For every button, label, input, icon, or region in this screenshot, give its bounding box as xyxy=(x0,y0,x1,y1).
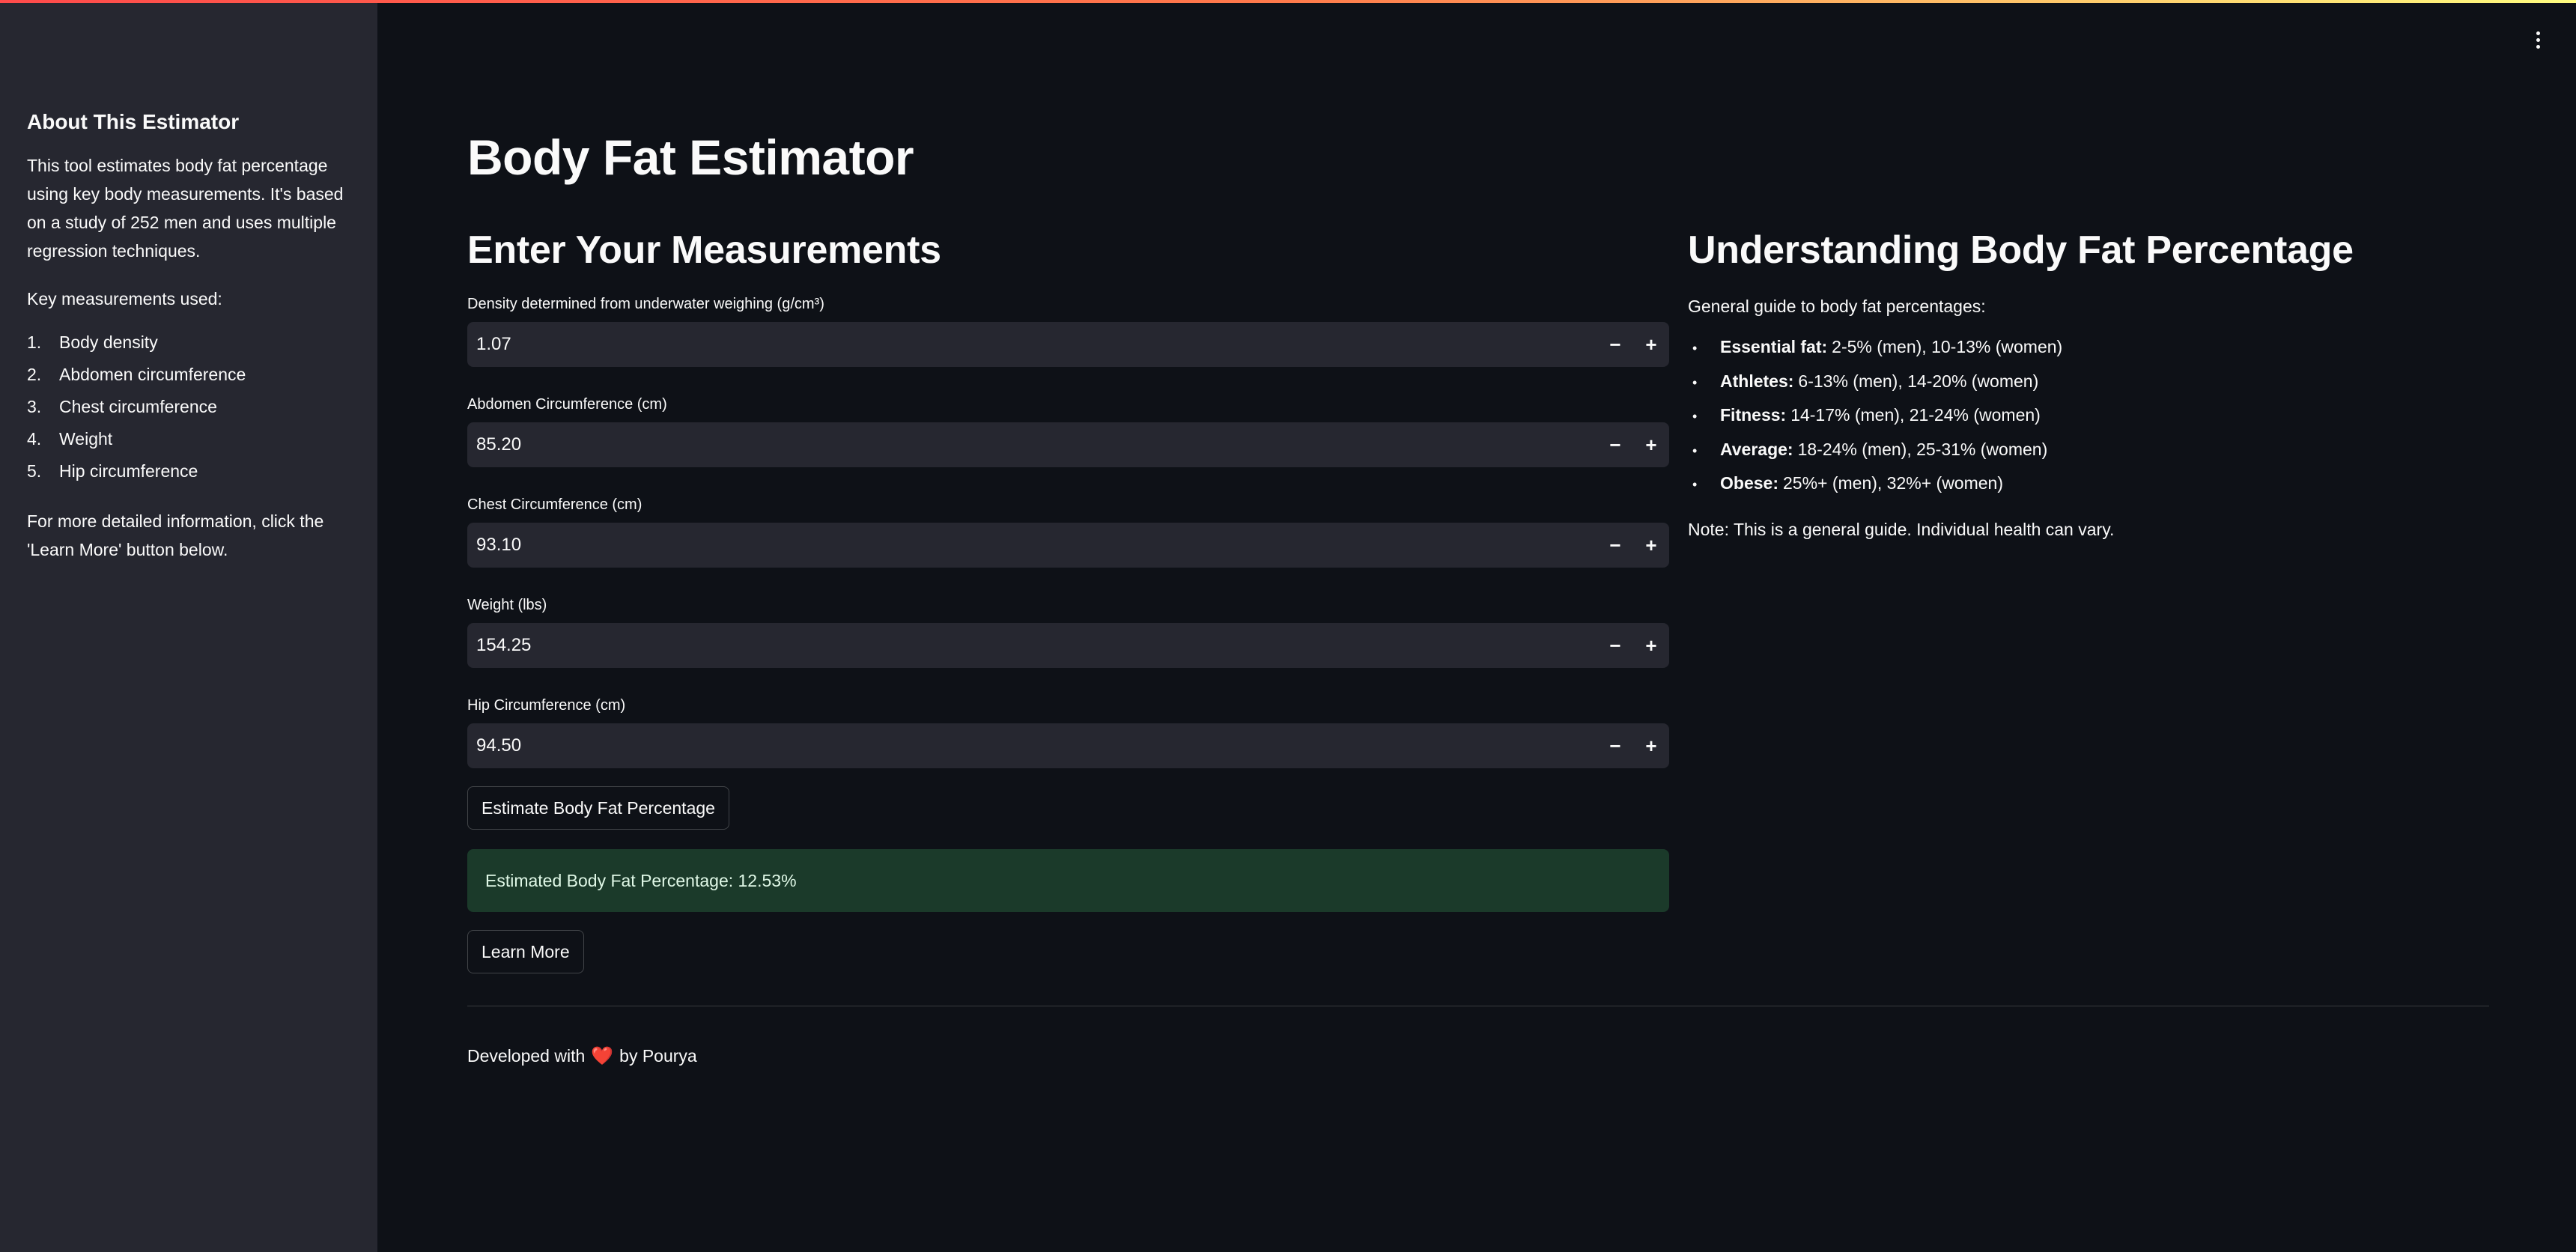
list-label: Body density xyxy=(59,332,158,352)
sidebar-outro: For more detailed information, click the… xyxy=(27,511,324,559)
top-decoration-bar xyxy=(0,0,2576,3)
abdomen-label: Abdomen Circumference (cm) xyxy=(467,396,667,413)
density-value[interactable]: 1.07 xyxy=(467,334,1597,355)
decrement-button[interactable]: − xyxy=(1597,422,1633,467)
bullet-icon: • xyxy=(1692,477,1698,492)
page-title: Body Fat Estimator xyxy=(467,130,914,185)
guide-desc: 25%+ (men), 32%+ (women) xyxy=(1782,473,2003,493)
density-label: Density determined from underwater weigh… xyxy=(467,296,824,312)
vertical-ellipsis-icon xyxy=(2536,31,2540,35)
list-item: 1. Body density xyxy=(27,326,350,359)
list-item: • Average: 18-24% (men), 25-31% (women) xyxy=(1688,434,2474,468)
bullet-icon: • xyxy=(1692,409,1698,424)
increment-button[interactable]: + xyxy=(1633,523,1669,568)
learn-more-button[interactable]: Learn More xyxy=(467,930,584,973)
guide-desc: 14-17% (men), 21-24% (women) xyxy=(1790,405,2041,425)
list-label: Hip circumference xyxy=(59,461,198,481)
abdomen-input: 85.20 − + xyxy=(467,422,1669,467)
increment-button[interactable]: + xyxy=(1633,623,1669,668)
result-text: Estimated Body Fat Percentage: 12.53% xyxy=(485,870,797,890)
footer-suffix: by Pourya xyxy=(619,1046,697,1066)
footer: Developed with ❤️ by Pourya xyxy=(467,1045,697,1067)
estimate-button[interactable]: Estimate Body Fat Percentage xyxy=(467,786,729,830)
guide-term: Obese: xyxy=(1720,473,1778,493)
chest-label: Chest Circumference (cm) xyxy=(467,496,643,513)
learn-more-wrap: Learn More xyxy=(467,930,1669,973)
list-label: Abdomen circumference xyxy=(59,365,246,384)
bullet-icon: • xyxy=(1692,341,1698,356)
vertical-ellipsis-icon xyxy=(2536,44,2540,49)
list-item: 2. Abdomen circumference xyxy=(27,359,350,391)
guide-desc: 2-5% (men), 10-13% (women) xyxy=(1832,337,2063,356)
guide-desc: 18-24% (men), 25-31% (women) xyxy=(1797,439,2048,459)
list-number: 1. xyxy=(27,332,42,352)
list-item: 4. Weight xyxy=(27,423,350,455)
guide-heading: Understanding Body Fat Percentage xyxy=(1688,228,2354,272)
guide-desc: 6-13% (men), 14-20% (women) xyxy=(1798,371,2039,391)
sidebar-title: About This Estimator xyxy=(27,110,240,133)
vertical-ellipsis-icon xyxy=(2536,37,2540,42)
list-item: • Obese: 25%+ (men), 32%+ (women) xyxy=(1688,467,2474,502)
guide-term: Athletes: xyxy=(1720,371,1794,391)
chest-input: 93.10 − + xyxy=(467,523,1669,568)
guide-term: Essential fat: xyxy=(1720,337,1828,356)
key-measurements-list: 1. Body density 2. Abdomen circumference 3… xyxy=(27,326,350,487)
sidebar-intro: This tool estimates body fat percentage … xyxy=(27,156,344,261)
increment-button[interactable]: + xyxy=(1633,322,1669,367)
list-number: 5. xyxy=(27,461,42,481)
list-item: 3. Chest circumference xyxy=(27,391,350,423)
guide-note: Note: This is a general guide. Individua… xyxy=(1688,519,2115,539)
list-number: 2. xyxy=(27,365,42,384)
decrement-button[interactable]: − xyxy=(1597,523,1633,568)
abdomen-value[interactable]: 85.20 xyxy=(467,434,1597,455)
guide-term: Average: xyxy=(1720,439,1793,459)
hip-value[interactable]: 94.50 xyxy=(467,735,1597,756)
increment-button[interactable]: + xyxy=(1633,422,1669,467)
measurements-column: Enter Your Measurements Density determin… xyxy=(467,225,1669,973)
list-item: • Athletes: 6-13% (men), 14-20% (women) xyxy=(1688,365,2474,400)
main-menu-button[interactable] xyxy=(2527,28,2549,51)
increment-button[interactable]: + xyxy=(1633,723,1669,768)
sidebar-key-heading: Key measurements used: xyxy=(27,289,222,309)
weight-input: 154.25 − + xyxy=(467,623,1669,668)
list-label: Weight xyxy=(59,429,113,449)
list-number: 3. xyxy=(27,397,42,416)
hip-input: 94.50 − + xyxy=(467,723,1669,768)
result-alert: Estimated Body Fat Percentage: 12.53% xyxy=(467,849,1669,912)
heart-icon: ❤️ xyxy=(591,1046,614,1066)
decrement-button[interactable]: − xyxy=(1597,623,1633,668)
list-item: 5. Hip circumference xyxy=(27,455,350,487)
guide-column: Understanding Body Fat Percentage Genera… xyxy=(1688,225,2474,542)
bullet-icon: • xyxy=(1692,443,1698,458)
weight-label: Weight (lbs) xyxy=(467,597,547,613)
footer-prefix: Developed with xyxy=(467,1046,586,1066)
hip-label: Hip Circumference (cm) xyxy=(467,697,626,714)
list-item: • Fitness: 14-17% (men), 21-24% (women) xyxy=(1688,399,2474,434)
guide-list: • Essential fat: 2-5% (men), 10-13% (women… xyxy=(1688,331,2474,502)
measurements-heading: Enter Your Measurements xyxy=(467,228,941,272)
bullet-icon: • xyxy=(1692,374,1698,390)
list-item: • Essential fat: 2-5% (men), 10-13% (women… xyxy=(1688,331,2474,365)
density-input: 1.07 − + xyxy=(467,322,1669,367)
chest-value[interactable]: 93.10 xyxy=(467,535,1597,556)
decrement-button[interactable]: − xyxy=(1597,322,1633,367)
sidebar: About This Estimator This tool estimates… xyxy=(0,0,377,1252)
weight-value[interactable]: 154.25 xyxy=(467,635,1597,656)
guide-term: Fitness: xyxy=(1720,405,1787,425)
decrement-button[interactable]: − xyxy=(1597,723,1633,768)
list-number: 4. xyxy=(27,429,42,449)
list-label: Chest circumference xyxy=(59,397,217,416)
guide-intro: General guide to body fat percentages: xyxy=(1688,297,1986,316)
